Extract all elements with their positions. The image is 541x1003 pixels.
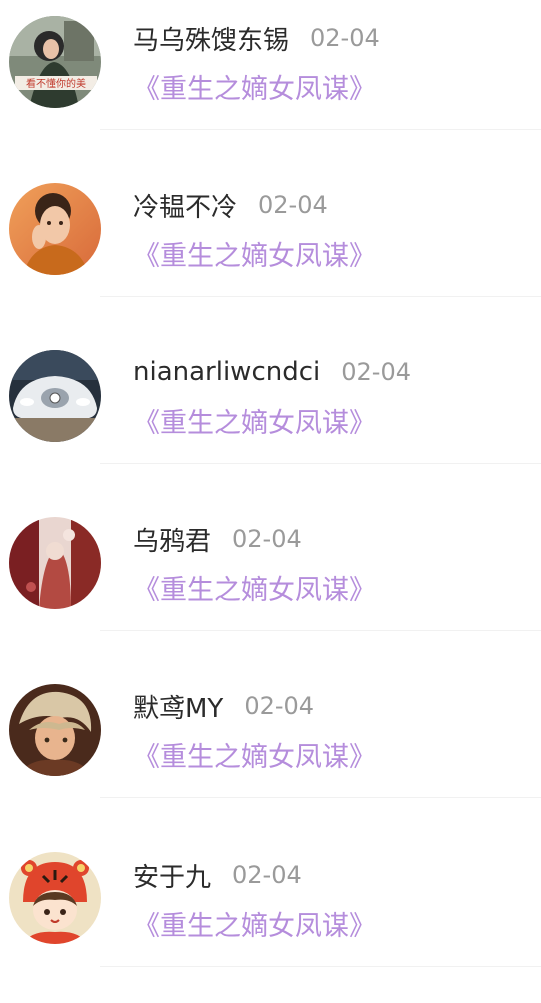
comment-item[interactable]: 冷韫不冷 02-04 《重生之嫡女凤谋》 (0, 167, 541, 334)
comment-item[interactable]: 安于九 02-04 《重生之嫡女凤谋》 (0, 835, 541, 1002)
user-name[interactable]: nianarliwcndci (133, 357, 320, 387)
user-name[interactable]: 乌鸦君 (133, 521, 211, 558)
book-title-link[interactable]: 《重生之嫡女凤谋》 (133, 233, 376, 273)
book-title-link[interactable]: 《重生之嫡女凤谋》 (133, 400, 376, 440)
user-name[interactable]: 马乌殊馊东锡 (133, 20, 289, 57)
user-name[interactable]: 冷韫不冷 (133, 187, 237, 224)
comment-date: 02-04 (341, 358, 411, 386)
avatar-sports-car-icon[interactable] (9, 350, 101, 442)
book-title-link[interactable]: 《重生之嫡女凤谋》 (133, 734, 376, 774)
divider (100, 797, 541, 798)
book-title-link[interactable]: 《重生之嫡女凤谋》 (133, 567, 376, 607)
divider (100, 129, 541, 130)
avatar-cartoon-tiger-hat-icon[interactable] (9, 852, 101, 944)
comment-item[interactable]: 看不懂你的美 马乌殊馊东锡 02-04 《重生之嫡女凤谋》 (0, 0, 541, 167)
comment-date: 02-04 (310, 24, 380, 52)
comment-list: 看不懂你的美 马乌殊馊东锡 02-04 《重生之嫡女凤谋》 冷韫不冷 02-04… (0, 0, 541, 1003)
divider (100, 463, 541, 464)
divider (100, 296, 541, 297)
avatar-girl-orange-icon[interactable] (9, 183, 101, 275)
comment-item[interactable]: 默鸢MY 02-04 《重生之嫡女凤谋》 (0, 668, 541, 835)
user-name[interactable]: 默鸢MY (133, 688, 223, 725)
avatar-anime-boy-icon[interactable] (9, 684, 101, 776)
comment-item[interactable]: 乌鸦君 02-04 《重生之嫡女凤谋》 (0, 501, 541, 668)
comment-date: 02-04 (244, 692, 315, 720)
divider (100, 966, 541, 967)
avatar-anime-art-icon[interactable] (9, 517, 101, 609)
svg-text:看不懂你的美: 看不懂你的美 (26, 77, 86, 90)
comment-date: 02-04 (232, 525, 302, 553)
avatar-girl-street-icon[interactable]: 看不懂你的美 (9, 16, 101, 108)
book-title-link[interactable]: 《重生之嫡女凤谋》 (133, 903, 376, 943)
comment-date: 02-04 (232, 861, 302, 889)
divider (100, 630, 541, 631)
comment-item[interactable]: nianarliwcndci 02-04 《重生之嫡女凤谋》 (0, 334, 541, 501)
comment-date: 02-04 (258, 191, 328, 219)
user-name[interactable]: 安于九 (133, 857, 211, 894)
book-title-link[interactable]: 《重生之嫡女凤谋》 (133, 66, 376, 106)
